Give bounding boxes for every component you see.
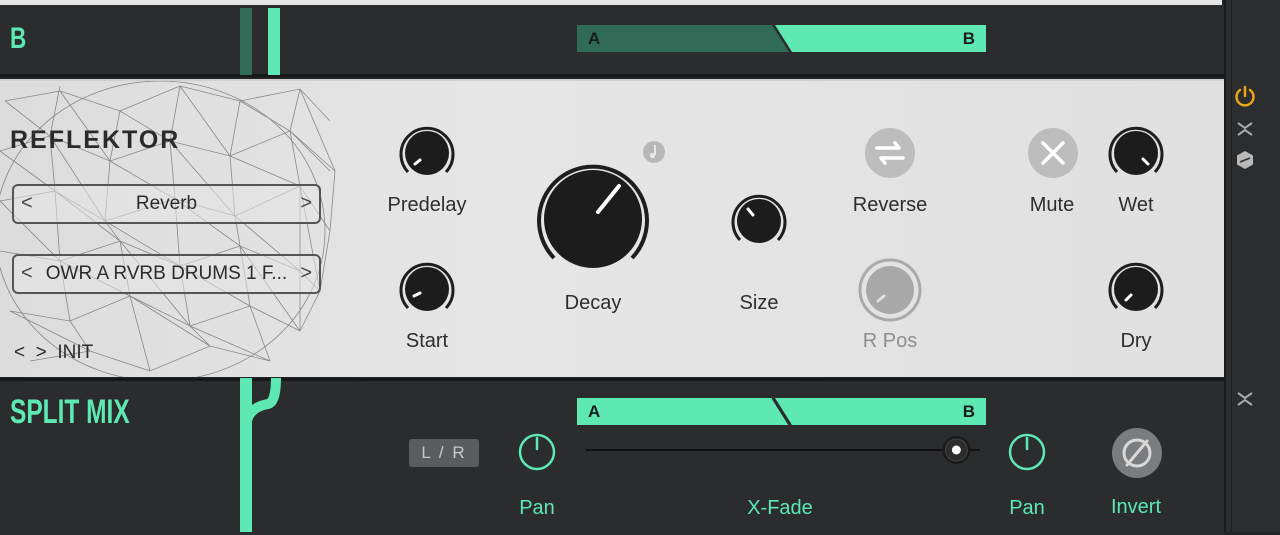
- preset-name-label: INIT: [57, 342, 94, 363]
- pan-left-knob[interactable]: [517, 432, 557, 472]
- rpos-knob[interactable]: [858, 258, 922, 322]
- preset-nav-prev[interactable]: <: [14, 342, 25, 363]
- chain-indicator-dark: [240, 8, 252, 75]
- invert-label: Invert: [1110, 496, 1162, 518]
- type-next-arrow[interactable]: >: [300, 192, 312, 215]
- ab-selector-bottom-shape: [577, 398, 986, 425]
- predelay-knob[interactable]: [396, 122, 458, 184]
- sidebar-divider: [1231, 0, 1232, 532]
- tempo-sync-icon[interactable]: [642, 140, 666, 164]
- hexagon-icon[interactable]: [1235, 150, 1255, 170]
- xfade-slider[interactable]: [580, 432, 1000, 472]
- ab-bottom-b-label: B: [962, 402, 975, 421]
- ab-selector-top[interactable]: A B: [577, 25, 986, 52]
- wet-knob[interactable]: [1105, 122, 1167, 184]
- ab-selector-top-shape: [577, 25, 986, 52]
- reverse-button[interactable]: [864, 127, 916, 179]
- wet-label: Wet: [1118, 194, 1154, 216]
- xfade-slider-thumb[interactable]: [942, 436, 971, 464]
- pan-left-label: Pan: [519, 497, 555, 519]
- mute-button[interactable]: [1027, 127, 1079, 179]
- start-knob[interactable]: [396, 258, 458, 320]
- preset-selector[interactable]: < OWR A RVRB DRUMS 1 F... >: [12, 254, 321, 294]
- split-routing-graphic: [240, 378, 281, 532]
- start-label: Start: [405, 330, 449, 352]
- ab-a-label: A: [588, 29, 601, 48]
- power-icon[interactable]: [1233, 85, 1257, 109]
- invert-button[interactable]: [1111, 427, 1163, 479]
- right-sidebar: [1224, 0, 1280, 532]
- ab-b-label: B: [962, 29, 975, 48]
- pan-right-label: Pan: [1009, 497, 1045, 519]
- collapse-icon[interactable]: [1236, 120, 1254, 138]
- split-mix-label: SPLIT MIX: [10, 393, 130, 431]
- size-label: Size: [739, 292, 779, 314]
- lr-button[interactable]: L / R: [409, 439, 479, 467]
- dry-knob[interactable]: [1105, 258, 1167, 320]
- decay-knob[interactable]: [532, 158, 654, 280]
- size-knob[interactable]: [728, 190, 790, 252]
- preset-nav-next[interactable]: >: [36, 342, 47, 363]
- preset-nav: < > INIT: [14, 342, 93, 364]
- dry-label: Dry: [1120, 330, 1152, 352]
- chain-indicator-light[interactable]: [268, 8, 280, 75]
- plugin-title: REFLEKTOR: [10, 126, 181, 154]
- predelay-label: Predelay: [387, 194, 467, 216]
- type-selector-value: Reverb: [135, 193, 198, 214]
- type-selector[interactable]: < Reverb >: [12, 184, 321, 224]
- ab-selector-bottom[interactable]: A B: [577, 398, 986, 425]
- preset-selector-value: OWR A RVRB DRUMS 1 F...: [45, 263, 288, 284]
- pan-right-knob[interactable]: [1007, 432, 1047, 472]
- rpos-label: R Pos: [862, 330, 918, 352]
- xfade-label: X-Fade: [747, 497, 813, 519]
- collapse-icon-bottom[interactable]: [1236, 390, 1254, 408]
- decay-label: Decay: [564, 292, 622, 314]
- ab-bottom-a-label: A: [588, 402, 601, 421]
- chain-b-label: B: [10, 22, 28, 55]
- preset-next-arrow[interactable]: >: [300, 262, 312, 285]
- reverse-label: Reverse: [852, 194, 928, 216]
